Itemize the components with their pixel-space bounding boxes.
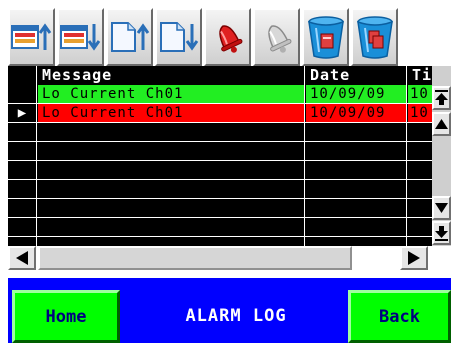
table-row[interactable] [8,142,432,161]
scroll-right-button[interactable] [400,246,428,270]
down-arrow-icon [435,203,448,213]
scroll-down-button[interactable] [432,196,451,220]
scroll-to-bottom-button[interactable] [432,221,451,245]
silence-alarm-button[interactable] [253,8,300,66]
table-row[interactable]: ▶ Lo Current Ch01 10/09/09 10 [8,104,432,123]
table-row[interactable] [8,123,432,142]
table-header: Message Date Ti [8,66,432,85]
table-row[interactable] [8,199,432,218]
date-cell [306,123,406,141]
date-cell [306,180,406,198]
row-selection-marker [8,199,36,217]
right-arrow-icon [408,251,420,265]
row-selection-marker: ▶ [17,105,27,121]
vertical-scrollbar[interactable] [432,66,451,246]
acknowledge-alarm-bell-icon [218,25,242,53]
date-cell [306,199,406,217]
page-down-button[interactable] [155,8,202,66]
back-button[interactable]: Back [348,290,451,343]
move-log-down-icon [59,24,100,51]
row-selection-marker [8,161,36,179]
alarm-toolbar [8,8,451,66]
silenced-bell-icon [267,25,291,53]
scroll-up-button[interactable] [432,112,451,136]
row-selection-marker [8,85,36,103]
scroll-left-button[interactable] [8,246,36,270]
message-cell [38,218,304,236]
delete-alarm-trash-icon [307,16,344,59]
table-row[interactable] [8,218,432,237]
date-cell [306,161,406,179]
time-cell: 10 [408,85,432,103]
alarm-log-table[interactable]: Message Date Ti Lo Current Ch01 10/09/09 1… [8,66,432,246]
date-cell: 10/09/09 [306,104,406,122]
message-cell: Lo Current Ch01 [38,85,304,103]
time-cell: 10 [408,104,432,122]
column-divider [304,66,305,246]
message-cell [38,199,304,217]
acknowledge-alarm-button[interactable] [204,8,251,66]
message-cell [38,180,304,198]
time-cell [408,161,432,179]
up-arrow-icon [435,119,448,129]
page-up-icon [110,22,149,52]
column-divider [36,66,37,246]
column-header-message[interactable]: Message [42,66,302,85]
message-cell [38,161,304,179]
scroll-to-top-button[interactable] [432,86,451,110]
delete-alarm-button[interactable] [302,8,349,66]
date-cell [306,218,406,236]
left-arrow-icon [16,251,28,265]
time-cell [408,218,432,236]
row-selection-marker [8,142,36,160]
time-cell [408,142,432,160]
horizontal-scroll-thumb[interactable] [38,246,352,270]
table-row[interactable] [8,180,432,199]
delete-all-trash-icon [356,16,393,59]
time-cell [408,180,432,198]
row-selection-marker [8,123,36,141]
date-cell: 10/09/09 [306,85,406,103]
delete-all-alarms-button[interactable] [351,8,398,66]
horizontal-scrollbar[interactable] [8,246,451,270]
page-title: ALARM LOG [185,306,287,326]
column-header-time[interactable]: Ti [412,66,432,85]
page-up-button[interactable] [106,8,153,66]
table-row[interactable]: Lo Current Ch01 10/09/09 10 [8,85,432,104]
column-divider [406,66,407,246]
time-cell [408,123,432,141]
table-body: Lo Current Ch01 10/09/09 10 ▶ Lo Current Ch0… [8,85,432,237]
time-cell [408,199,432,217]
move-log-up-icon [10,23,51,50]
message-cell [38,123,304,141]
table-row[interactable] [8,161,432,180]
move-log-down-button[interactable] [57,8,104,66]
column-header-date[interactable]: Date [310,66,406,85]
date-cell [306,142,406,160]
row-selection-marker [8,218,36,236]
double-down-arrow-icon [435,226,448,241]
home-button[interactable]: Home [12,290,120,343]
message-cell: Lo Current Ch01 [38,104,304,122]
message-cell [38,142,304,160]
navigation-bar: Home ALARM LOG Back [8,278,451,343]
page-down-icon [159,22,198,52]
row-selection-marker [8,180,36,198]
move-log-up-button[interactable] [8,8,55,66]
double-up-arrow-icon [435,90,448,105]
